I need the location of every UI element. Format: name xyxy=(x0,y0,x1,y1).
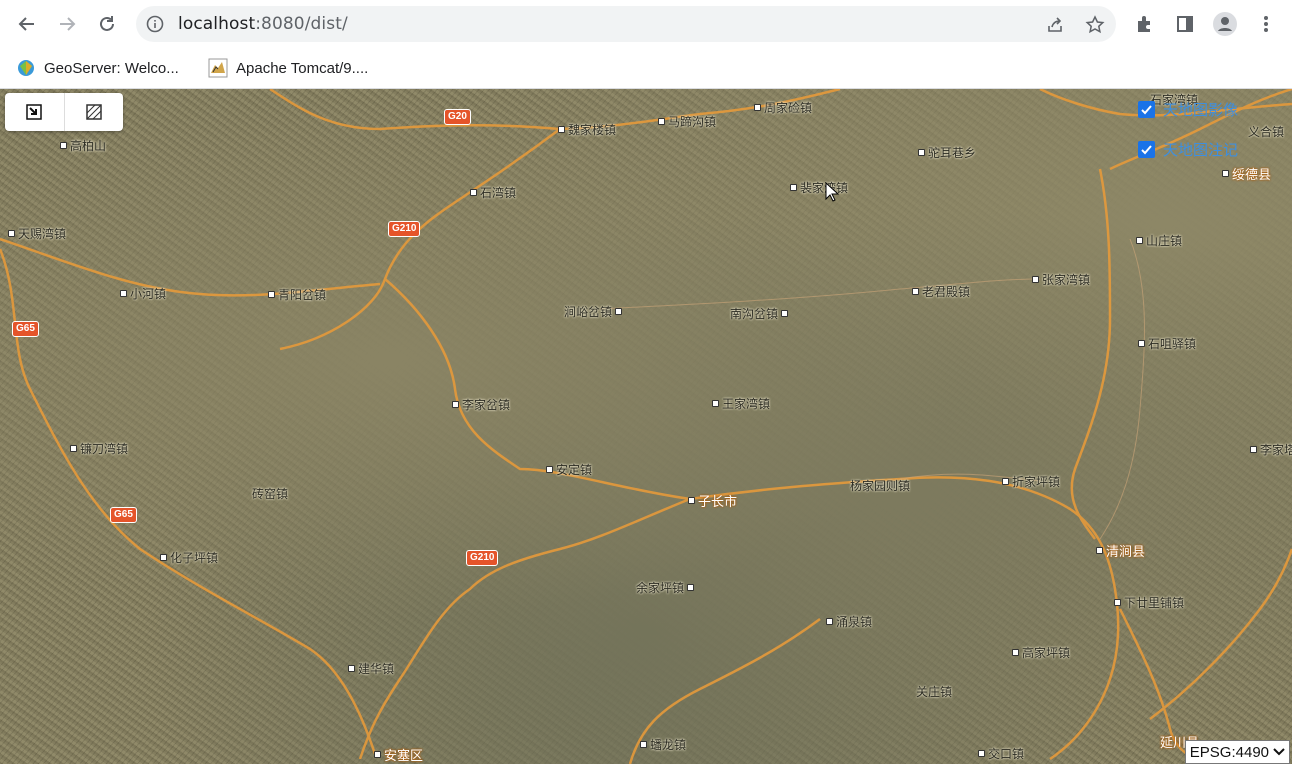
place-label: 余家坪镇 xyxy=(636,579,695,596)
forward-arrow-icon[interactable] xyxy=(52,9,82,39)
bookmark-geoserver[interactable]: GeoServer: Welco... xyxy=(16,56,179,80)
place-label: 杨家园则镇 xyxy=(850,479,911,493)
highway-shield: G210 xyxy=(388,221,421,237)
checkbox-checked[interactable] xyxy=(1138,141,1155,158)
place-label: 蟠龙镇 xyxy=(640,736,686,753)
place-label: 驼耳巷乡 xyxy=(918,144,976,161)
side-panel-icon[interactable] xyxy=(1172,11,1198,37)
browser-toolbar: localhost:8080/dist/ xyxy=(0,0,1292,48)
highway-shield: G65 xyxy=(12,321,39,337)
place-label-city: 清涧县 xyxy=(1096,541,1145,560)
place-label: 高柏山 xyxy=(60,137,106,154)
draw-polygon-tool-button[interactable] xyxy=(63,93,124,131)
place-label-city: 子长市 xyxy=(688,491,737,510)
place-label: 镰刀湾镇 xyxy=(70,440,128,457)
place-label: 建华镇 xyxy=(348,660,394,677)
more-menu-icon[interactable] xyxy=(1253,11,1279,37)
tomcat-icon xyxy=(208,58,228,78)
layer-label: 天地图注记 xyxy=(1163,142,1239,159)
back-arrow-icon[interactable] xyxy=(12,9,42,39)
place-label: 王家湾镇 xyxy=(712,395,770,412)
place-label: 裴家湾镇 xyxy=(790,179,848,196)
place-label: 义合镇 xyxy=(1248,125,1285,139)
place-label: 涧峪岔镇 xyxy=(564,303,623,320)
share-icon[interactable] xyxy=(1044,14,1066,36)
place-label: 交口镇 xyxy=(978,745,1024,762)
place-label: 石湾镇 xyxy=(470,184,516,201)
geoserver-icon xyxy=(16,58,36,78)
map-tool-group xyxy=(5,93,123,131)
crs-selected-value: EPSG:4490 xyxy=(1189,743,1269,761)
place-label: 青阳岔镇 xyxy=(268,286,326,303)
place-label: 魏家楼镇 xyxy=(558,121,616,138)
import-tool-button[interactable] xyxy=(5,93,64,131)
highway-shield: G65 xyxy=(110,507,137,523)
place-label: 小河镇 xyxy=(120,285,166,302)
polygon-icon xyxy=(86,104,102,120)
place-label: 李家岔镇 xyxy=(452,396,510,413)
place-label: 折家坪镇 xyxy=(1002,473,1060,490)
place-label: 山庄镇 xyxy=(1136,232,1182,249)
layer-toggle-imagery[interactable]: 天地图影像 xyxy=(1138,99,1238,120)
reload-icon[interactable] xyxy=(92,9,122,39)
bookmarks-bar: GeoServer: Welco... Apache Tomcat/9.... xyxy=(0,48,1292,89)
place-label: 石咀驿镇 xyxy=(1138,335,1196,352)
place-label: 老君殿镇 xyxy=(912,283,970,300)
place-label: 安定镇 xyxy=(546,461,592,478)
mouse-cursor-icon xyxy=(825,182,839,202)
bookmark-star-icon[interactable] xyxy=(1084,14,1106,36)
import-icon xyxy=(26,104,42,120)
place-label: 李家塔 xyxy=(1250,441,1292,458)
site-info-icon[interactable] xyxy=(146,15,164,33)
map-view[interactable]: 高柏山 G20 魏家楼镇 马蹄沟镇 周家硷镇 石家湾镇 义合镇 驼耳巷乡 石湾镇… xyxy=(0,89,1292,764)
place-label: 南沟岔镇 xyxy=(730,305,789,322)
crs-select[interactable]: EPSG:4490 xyxy=(1184,740,1290,764)
place-label: 马蹄沟镇 xyxy=(658,113,716,130)
bookmark-tomcat[interactable]: Apache Tomcat/9.... xyxy=(208,56,368,80)
layer-label: 天地图影像 xyxy=(1163,102,1239,119)
place-label: 张家湾镇 xyxy=(1032,271,1090,288)
layer-toggle-annotation[interactable]: 天地图注记 xyxy=(1138,139,1238,160)
place-label: 周家硷镇 xyxy=(754,99,812,116)
url-host: localhost xyxy=(178,14,256,34)
place-label: 砖窑镇 xyxy=(252,487,289,501)
highway-shield: G20 xyxy=(444,109,471,125)
place-label: 涌泉镇 xyxy=(826,613,872,630)
url-path: :8080/dist/ xyxy=(255,14,348,34)
checkbox-checked[interactable] xyxy=(1138,101,1155,118)
address-bar[interactable]: localhost:8080/dist/ xyxy=(136,6,1116,42)
place-label: 高家坪镇 xyxy=(1012,644,1070,661)
place-label: 化子坪镇 xyxy=(160,549,218,566)
place-label-city: 安塞区 xyxy=(374,745,423,764)
road-network xyxy=(0,89,1292,764)
extensions-icon[interactable] xyxy=(1132,11,1158,37)
place-label: 关庄镇 xyxy=(916,685,953,699)
place-label: 天赐湾镇 xyxy=(8,225,66,242)
highway-shield: G210 xyxy=(466,550,499,566)
place-label-city: 绥德县 xyxy=(1222,164,1271,183)
url-text[interactable]: localhost:8080/dist/ xyxy=(178,14,348,34)
chevron-down-icon xyxy=(1273,748,1285,756)
profile-avatar-icon[interactable] xyxy=(1212,11,1238,37)
bookmark-label: Apache Tomcat/9.... xyxy=(236,59,369,77)
place-label: 下廿里铺镇 xyxy=(1114,594,1184,611)
bookmark-label: GeoServer: Welco... xyxy=(44,59,179,77)
